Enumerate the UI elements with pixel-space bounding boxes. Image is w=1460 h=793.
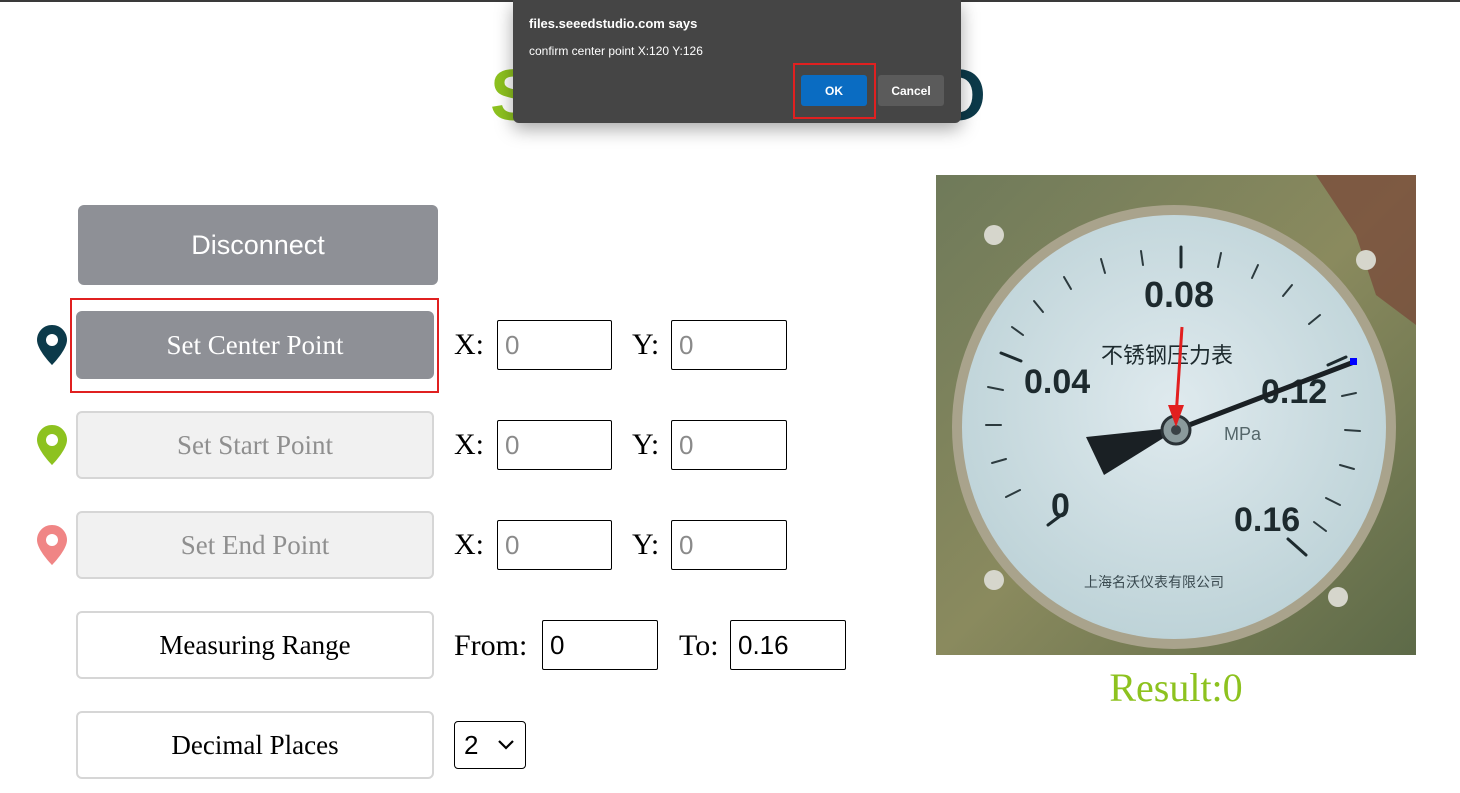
gauge-maker: 上海名沃仪表有限公司 bbox=[1084, 574, 1224, 590]
set-end-point-button[interactable]: Set End Point bbox=[76, 511, 434, 579]
center-y-label: Y: bbox=[632, 328, 660, 361]
start-x-label: X: bbox=[454, 428, 484, 461]
gauge-tick-label: 0.08 bbox=[1144, 274, 1214, 315]
dialog-message: confirm center point X:120 Y:126 bbox=[529, 44, 703, 58]
center-x-input[interactable]: 0 bbox=[497, 320, 612, 370]
range-to-input[interactable]: 0.16 bbox=[730, 620, 846, 670]
chevron-down-icon bbox=[498, 740, 514, 750]
set-start-point-button[interactable]: Set Start Point bbox=[76, 411, 434, 479]
range-from-label: From: bbox=[454, 629, 528, 662]
decimal-places-button[interactable]: Decimal Places bbox=[76, 711, 434, 779]
center-x-label: X: bbox=[454, 328, 484, 361]
start-y-input[interactable]: 0 bbox=[671, 420, 787, 470]
set-center-point-button[interactable]: Set Center Point bbox=[76, 311, 434, 379]
confirm-dialog: files.seeedstudio.com says confirm cente… bbox=[513, 0, 961, 123]
gauge-tick-label: 0 bbox=[1051, 487, 1070, 525]
map-pin-icon bbox=[37, 325, 67, 365]
decimal-selected-value: 2 bbox=[464, 729, 479, 760]
point-marker bbox=[1350, 358, 1357, 365]
measuring-range-button[interactable]: Measuring Range bbox=[76, 611, 434, 679]
cancel-button[interactable]: Cancel bbox=[878, 75, 944, 106]
end-x-input[interactable]: 0 bbox=[497, 520, 612, 570]
start-y-label: Y: bbox=[632, 428, 660, 461]
end-y-input[interactable]: 0 bbox=[671, 520, 787, 570]
result-text: Result:0 bbox=[1109, 665, 1243, 710]
map-pin-icon bbox=[37, 525, 67, 565]
gauge-unit: MPa bbox=[1224, 424, 1262, 444]
map-pin-icon bbox=[37, 425, 67, 465]
dialog-title: files.seeedstudio.com says bbox=[529, 16, 698, 31]
end-y-label: Y: bbox=[632, 528, 660, 561]
gauge-tick-label: 0.16 bbox=[1234, 501, 1300, 539]
gauge-tick-label: 0.04 bbox=[1024, 363, 1090, 401]
center-y-input[interactable]: 0 bbox=[671, 320, 787, 370]
gauge-image[interactable]: 0.08 0.04 0.12 0 0.16 不锈钢压力表 MPa 上海名沃仪表有… bbox=[936, 175, 1416, 655]
disconnect-button[interactable]: Disconnect bbox=[78, 205, 438, 285]
range-to-label: To: bbox=[679, 629, 719, 662]
ok-button-highlight bbox=[793, 63, 876, 119]
end-x-label: X: bbox=[454, 528, 484, 561]
range-from-input[interactable]: 0 bbox=[542, 620, 658, 670]
gauge-title: 不锈钢压力表 bbox=[1101, 343, 1233, 368]
start-x-input[interactable]: 0 bbox=[497, 420, 612, 470]
decimal-places-select[interactable]: 2 bbox=[454, 721, 526, 769]
